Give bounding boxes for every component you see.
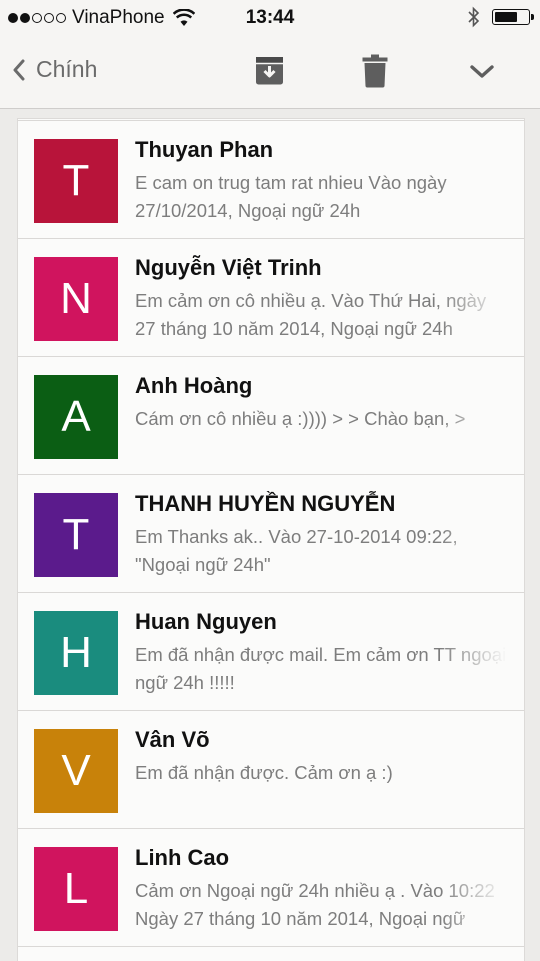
avatar: T xyxy=(34,493,118,577)
message-row[interactable]: A Anh Hoàng Cám ơn cô nhiều ạ :)))) > > … xyxy=(18,357,524,475)
message-row[interactable]: V Vân Võ Em đã nhận được. Cảm ơn ạ :) xyxy=(18,711,524,829)
message-row[interactable]: N Nguyễn Việt Trinh Em cảm ơn cô nhiều ạ… xyxy=(18,239,524,357)
battery-icon xyxy=(492,9,534,25)
message-preview: Em đã nhận được. Cảm ơn ạ :) xyxy=(135,762,393,783)
archive-icon[interactable] xyxy=(253,54,286,87)
message-preview: E cam on trug tam rat nhieu Vào ngày 27/… xyxy=(135,172,447,221)
avatar: N xyxy=(34,257,118,341)
status-time: 13:44 xyxy=(245,7,295,28)
message-preview: Cảm ơn Ngoại ngữ 24h nhiều ạ . Vào 10:22… xyxy=(135,880,495,929)
sender-name: Nguyễn Việt Trinh xyxy=(135,255,322,280)
sender-name: Huan Nguyen xyxy=(135,609,277,634)
message-row[interactable]: H Huan Nguyen Em đã nhận được mail. Em c… xyxy=(18,593,524,711)
message-row[interactable]: T THANH HUYỀN NGUYỄN Em Thanks ak.. Vào … xyxy=(18,475,524,593)
battery-level-fill xyxy=(495,12,517,22)
status-right xyxy=(468,6,534,28)
message-preview: Em cảm ơn cô nhiều ạ. Vào Thứ Hai, ngày … xyxy=(135,290,487,339)
message-list: T Thuyan Phan E cam on trug tam rat nhie… xyxy=(17,118,525,961)
message-row[interactable]: T Thuyan Phan E cam on trug tam rat nhie… xyxy=(18,121,524,239)
chevron-down-icon[interactable] xyxy=(470,64,494,80)
message-preview: Em đã nhận được mail. Em cảm ơn TT ngoại… xyxy=(135,644,507,693)
avatar: A xyxy=(34,375,118,459)
sender-name: Linh Cao xyxy=(135,845,230,870)
sender-name: THANH HUYỀN NGUYỄN xyxy=(135,491,396,516)
avatar: V xyxy=(34,729,118,813)
status-bar: VinaPhone 13:44 xyxy=(0,0,540,36)
sender-name: Thuyan Phan xyxy=(135,137,274,162)
message-preview: Em Thanks ak.. Vào 27-10-2014 09:22, "Ng… xyxy=(135,526,458,575)
sender-name: Anh Hoàng xyxy=(135,373,253,398)
avatar: T xyxy=(34,139,118,223)
message-preview: Cám ơn cô nhiều ạ :)))) > > Chào bạn, > xyxy=(135,408,466,429)
sender-name: Vân Võ xyxy=(135,727,210,752)
back-label: Chính xyxy=(36,56,98,82)
navigation-bar: Chính xyxy=(0,36,540,109)
bluetooth-icon xyxy=(468,6,480,28)
avatar: H xyxy=(34,611,118,695)
back-button[interactable]: Chính xyxy=(12,56,97,83)
chevron-left-icon xyxy=(13,59,25,80)
avatar: L xyxy=(34,847,118,931)
message-row[interactable]: L Linh Cao Cảm ơn Ngoại ngữ 24h nhiều ạ … xyxy=(18,829,524,947)
trash-icon[interactable] xyxy=(362,54,388,88)
